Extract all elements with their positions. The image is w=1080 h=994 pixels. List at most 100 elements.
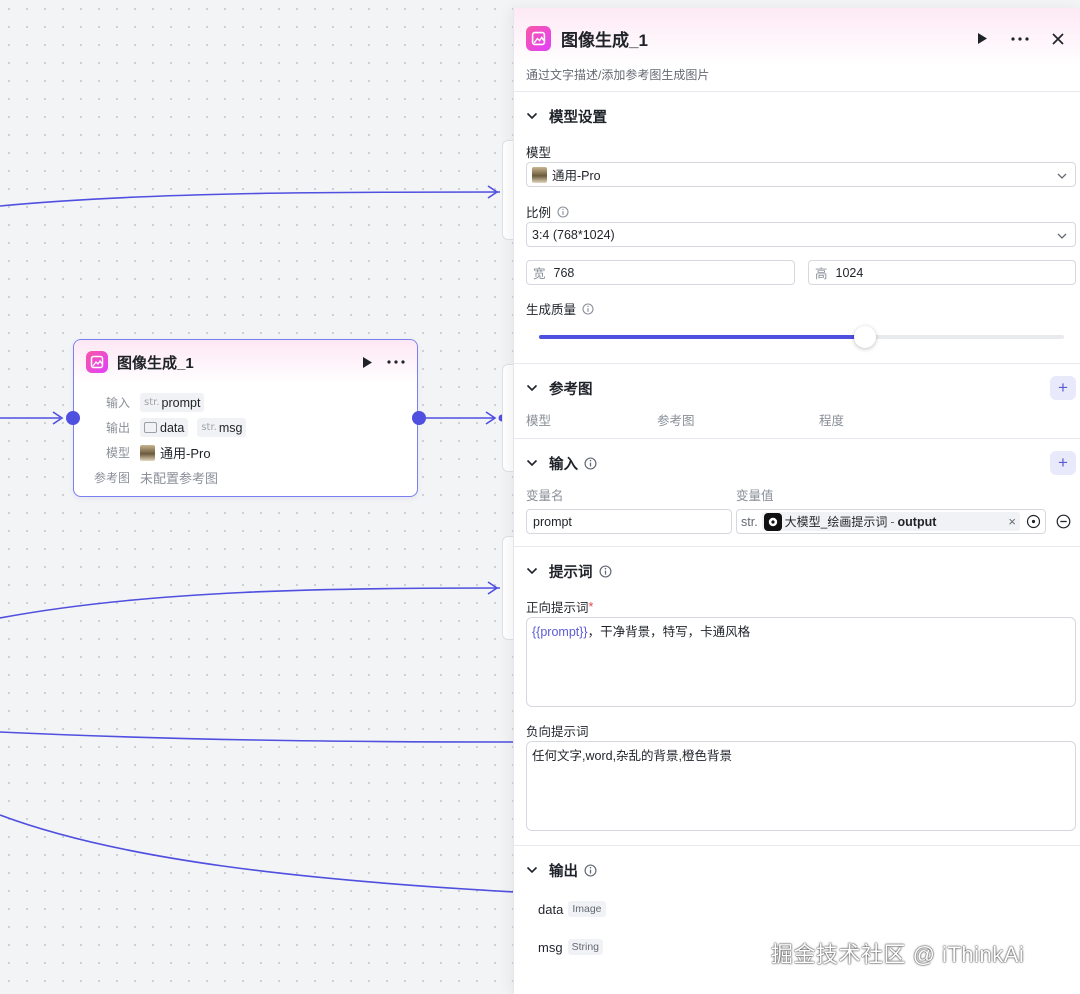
edge [0, 814, 516, 893]
output-item: msg String [538, 939, 603, 955]
width-value: 768 [553, 265, 575, 280]
negative-prompt-textarea[interactable]: 任何文字,word,杂乱的背景,橙色背景 [526, 741, 1076, 831]
node-title: 图像生成_1 [117, 354, 194, 372]
type-str: str. [144, 397, 160, 408]
col-var-value: 变量值 [736, 489, 774, 503]
chevron-down-icon[interactable] [526, 384, 540, 392]
slider-thumb[interactable] [854, 326, 876, 348]
var-name-input[interactable]: prompt [526, 509, 732, 534]
ref-col-image: 参考图 [657, 414, 695, 428]
node-output-row: 输出 data str. msg [74, 415, 417, 440]
output-type-tag: Image [568, 901, 606, 917]
more-icon[interactable] [387, 360, 405, 364]
chevron-down-icon [1057, 228, 1067, 242]
negative-prompt-text: 任何文字,word,杂乱的背景,橙色背景 [532, 749, 733, 763]
height-value: 1024 [835, 265, 864, 280]
output-chip-msg: str. msg [197, 418, 247, 437]
more-icon[interactable] [1010, 29, 1030, 49]
output-type-tag: String [567, 939, 603, 955]
chevron-down-icon [1057, 168, 1067, 182]
width-label: 宽 [533, 267, 546, 281]
model-select-value: 通用-Pro [552, 169, 601, 183]
var-value-input[interactable]: str. 大模型_绘画提示词 - output × [736, 509, 1046, 534]
var-field: output [897, 514, 937, 529]
output-label: 输出 [105, 421, 130, 435]
chevron-down-icon[interactable] [526, 567, 540, 575]
input-var: prompt [161, 395, 201, 410]
info-icon[interactable] [584, 863, 597, 877]
var-name-value: prompt [533, 514, 572, 529]
node-model-row: 模型 通用-Pro [74, 440, 417, 465]
section-prompt: 提示词 正向提示词 * {{prompt}}，干净背景，特写，卡通风格 负向提示… [514, 547, 1080, 846]
chevron-down-icon[interactable] [526, 112, 540, 120]
output-item: data Image [538, 901, 606, 917]
ref-value: 未配置参考图 [140, 471, 219, 486]
section-inputs: 输入 + 变量名 变量值 prompt str. 大模型_绘画提示词 - out… [514, 439, 1080, 547]
section-header[interactable]: 提示词 [526, 547, 1068, 595]
output-name: msg [538, 939, 563, 955]
node-config-panel: 图像生成_1 通过文字描述/添加参考图生成图片 模型设置 模型 通用-Pro 比… [513, 8, 1080, 994]
llm-icon [763, 512, 782, 531]
info-icon[interactable] [598, 564, 612, 578]
info-icon[interactable] [582, 302, 594, 315]
run-icon[interactable] [972, 29, 992, 49]
section-title: 提示词 [549, 564, 593, 581]
panel-title: 图像生成_1 [561, 31, 648, 50]
section-header[interactable]: 模型设置 [526, 92, 1068, 140]
height-input[interactable]: 高 1024 [808, 260, 1076, 285]
chevron-down-icon[interactable] [526, 459, 540, 467]
positive-label-text: 正向提示词 [526, 601, 589, 615]
panel-header: 图像生成_1 通过文字描述/添加参考图生成图片 [514, 8, 1080, 92]
output-var: msg [218, 420, 243, 435]
model-select[interactable]: 通用-Pro [526, 162, 1076, 187]
section-header[interactable]: 输出 [526, 846, 1068, 894]
ratio-select[interactable]: 3:4 (768*1024) [526, 222, 1076, 247]
positive-prompt-textarea[interactable]: {{prompt}}，干净背景，特写，卡通风格 [526, 617, 1076, 707]
add-reference-button[interactable]: + [1050, 376, 1076, 400]
width-input[interactable]: 宽 768 [526, 260, 795, 285]
type-str: str. [201, 422, 217, 433]
height-label: 高 [815, 267, 828, 281]
image-gen-icon [86, 351, 108, 373]
info-icon[interactable] [557, 205, 569, 218]
var-ref-chip: 大模型_绘画提示词 - output × [761, 512, 1020, 531]
clear-icon[interactable]: × [1008, 514, 1016, 529]
remove-input-icon[interactable] [1056, 514, 1071, 529]
edge [0, 731, 516, 743]
edge [0, 587, 501, 619]
chevron-down-icon[interactable] [526, 866, 540, 874]
model-field-label: 模型 [526, 146, 552, 160]
section-header[interactable]: 参考图 [526, 364, 1068, 412]
model-label: 模型 [105, 446, 130, 460]
col-var-name: 变量名 [526, 489, 564, 503]
quality-field-label: 生成质量 [526, 299, 594, 318]
run-icon[interactable] [361, 356, 373, 369]
node-header: 图像生成_1 [74, 340, 417, 384]
positive-prompt-text: ，干净背景，特写，卡通风格 [587, 625, 751, 639]
model-value: 通用-Pro [160, 446, 211, 461]
close-icon[interactable] [1048, 29, 1068, 49]
info-icon[interactable] [584, 456, 597, 470]
section-title: 模型设置 [549, 109, 607, 126]
add-input-button[interactable]: + [1050, 451, 1076, 475]
model-avatar [532, 166, 547, 183]
output-name: data [538, 901, 564, 917]
ref-label: 参考图 [93, 471, 130, 485]
section-model-settings: 模型设置 模型 通用-Pro 比例 3:4 (768*1024) 宽 768 高… [514, 92, 1080, 364]
target-icon[interactable] [1026, 514, 1041, 529]
model-avatar [140, 444, 155, 461]
ratio-label-text: 比例 [526, 206, 552, 220]
ref-col-degree: 程度 [819, 414, 845, 428]
input-chip: str. prompt [140, 393, 205, 412]
node-input-row: 输入 str. prompt [74, 390, 417, 415]
input-label: 输入 [105, 396, 130, 410]
quality-slider[interactable] [539, 326, 1064, 348]
var-source: 大模型_绘画提示词 [784, 515, 888, 529]
node-output-port[interactable] [412, 411, 426, 425]
image-gen-node[interactable]: 图像生成_1 输入 str. prompt 输出 data str. msg 模… [73, 339, 418, 497]
section-header[interactable]: 输入 [526, 439, 1068, 487]
required-mark: * [588, 599, 594, 614]
positive-prompt-label: 正向提示词 * [526, 597, 593, 616]
section-reference: 参考图 + 模型 参考图 程度 [514, 364, 1080, 439]
node-input-port[interactable] [66, 411, 80, 425]
